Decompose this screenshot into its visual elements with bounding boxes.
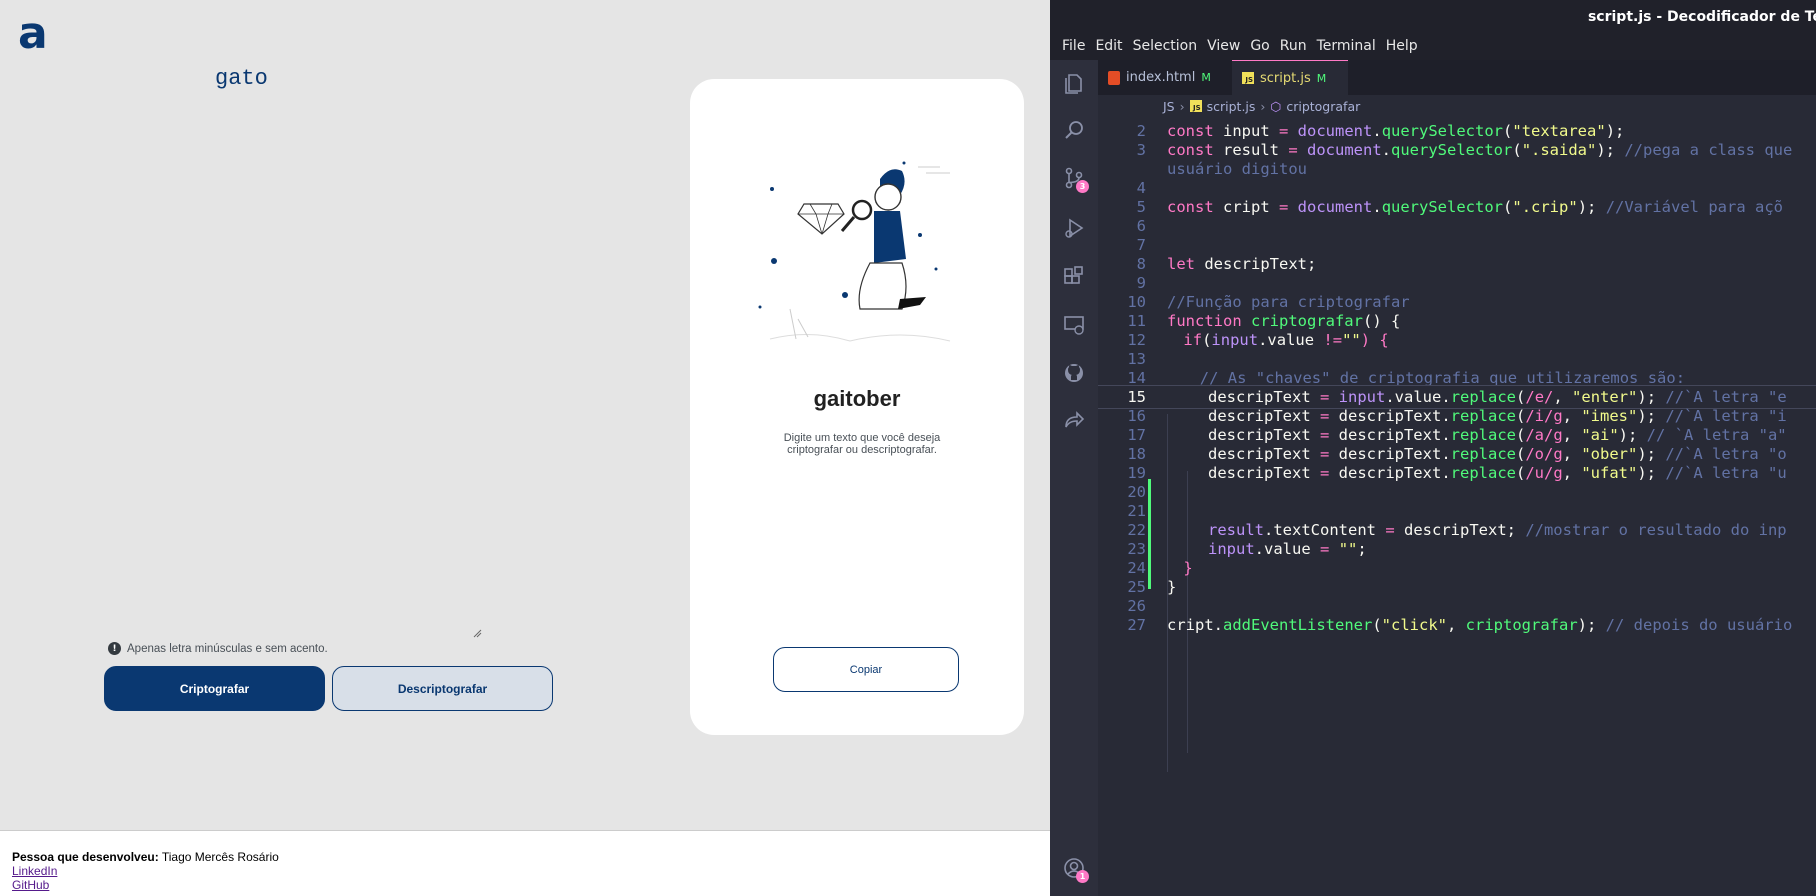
title-text: script.js - Decodificador de Te — [1587, 9, 1816, 25]
tab-script-js[interactable]: JS script.js M — [1232, 60, 1348, 95]
linkedin-link[interactable]: LinkedIn — [12, 864, 1050, 878]
chevron-right-icon: › — [1179, 98, 1185, 114]
web-app: a gato ! Apenas letra minúsculas e sem a… — [0, 0, 1050, 830]
vscode-window: script.js - Decodificador de Te File Edi… — [1050, 0, 1816, 896]
breadcrumb-folder[interactable]: JS — [1163, 99, 1175, 114]
code-text: cript.addEventListener("click", criptogr… — [1167, 616, 1793, 634]
encrypt-button[interactable]: Criptografar — [104, 666, 325, 711]
code-line[interactable]: 27 cript.addEventListener("click", cripto… — [1098, 614, 1816, 636]
activity-bar: 3 1 — [1050, 60, 1098, 896]
tab-label: script.js — [1260, 70, 1311, 86]
info-icon: ! — [108, 642, 121, 655]
breadcrumb-symbol[interactable]: criptografar — [1286, 99, 1360, 114]
tab-modified-status: M — [1201, 71, 1211, 84]
method-icon: ⬡ — [1270, 98, 1282, 114]
js-file-icon: JS — [1189, 100, 1202, 112]
window-title: script.js - Decodificador de Te — [1050, 0, 1816, 36]
github-link[interactable]: GitHub — [12, 878, 1050, 892]
textarea-resize-handle[interactable] — [472, 628, 482, 638]
copy-button[interactable]: Copiar — [773, 647, 959, 692]
accounts-badge: 1 — [1076, 870, 1089, 883]
footer: Pessoa que desenvolveu: Tiago Mercês Ros… — [0, 830, 1050, 896]
live-share-icon[interactable] — [1062, 409, 1086, 433]
menu-bar: File Edit Selection View Go Run Terminal… — [1050, 36, 1816, 60]
dev-label: Pessoa que desenvolveu: — [12, 850, 159, 864]
tab-label: index.html — [1126, 70, 1196, 85]
menu-selection[interactable]: Selection — [1128, 36, 1203, 60]
code-editor[interactable]: 12const input = document.querySelector("… — [1098, 117, 1816, 896]
footer-credit: Pessoa que desenvolveu: Tiago Mercês Ros… — [12, 850, 1050, 864]
menu-help[interactable]: Help — [1381, 36, 1423, 60]
html-file-icon — [1108, 70, 1120, 85]
menu-go[interactable]: Go — [1245, 36, 1274, 60]
menu-file[interactable]: File — [1057, 36, 1090, 60]
decrypt-button[interactable]: Descriptografar — [332, 666, 553, 711]
tab-index-html[interactable]: index.html M — [1098, 60, 1232, 95]
explorer-icon[interactable] — [1062, 72, 1086, 96]
dev-name: Tiago Mercês Rosário — [158, 850, 279, 864]
menu-view[interactable]: View — [1202, 36, 1245, 60]
menu-run[interactable]: Run — [1275, 36, 1312, 60]
tab-modified-status: M — [1316, 71, 1327, 85]
breadcrumb: JS › JS script.js › ⬡ criptografar — [1098, 95, 1816, 117]
editor-tabs: index.html M JS script.js M — [1098, 60, 1816, 95]
remote-explorer-icon[interactable] — [1062, 313, 1086, 337]
text-input[interactable]: gato — [215, 66, 268, 91]
source-control-badge: 3 — [1076, 180, 1089, 193]
detective-illustration — [758, 161, 951, 342]
extensions-icon[interactable] — [1062, 265, 1086, 289]
js-file-icon: JS — [1242, 72, 1254, 84]
github-icon[interactable] — [1062, 361, 1086, 385]
input-hint: ! Apenas letra minúsculas e sem acento. — [108, 642, 328, 655]
menu-edit[interactable]: Edit — [1090, 36, 1127, 60]
output-card: gaitober Digite um texto que você deseja… — [690, 79, 1024, 735]
logo: a — [18, 8, 48, 59]
chevron-right-icon: › — [1260, 98, 1266, 114]
search-icon[interactable] — [1062, 118, 1086, 142]
menu-terminal[interactable]: Terminal — [1312, 36, 1381, 60]
card-description: Digite um texto que você deseja criptogr… — [783, 432, 941, 456]
breadcrumb-file[interactable]: script.js — [1207, 99, 1256, 114]
run-debug-icon[interactable] — [1062, 216, 1086, 240]
result-text: gaitober — [813, 386, 901, 411]
hint-text: Apenas letra minúsculas e sem acento. — [127, 642, 328, 655]
line-number: 27 — [1127, 616, 1146, 634]
